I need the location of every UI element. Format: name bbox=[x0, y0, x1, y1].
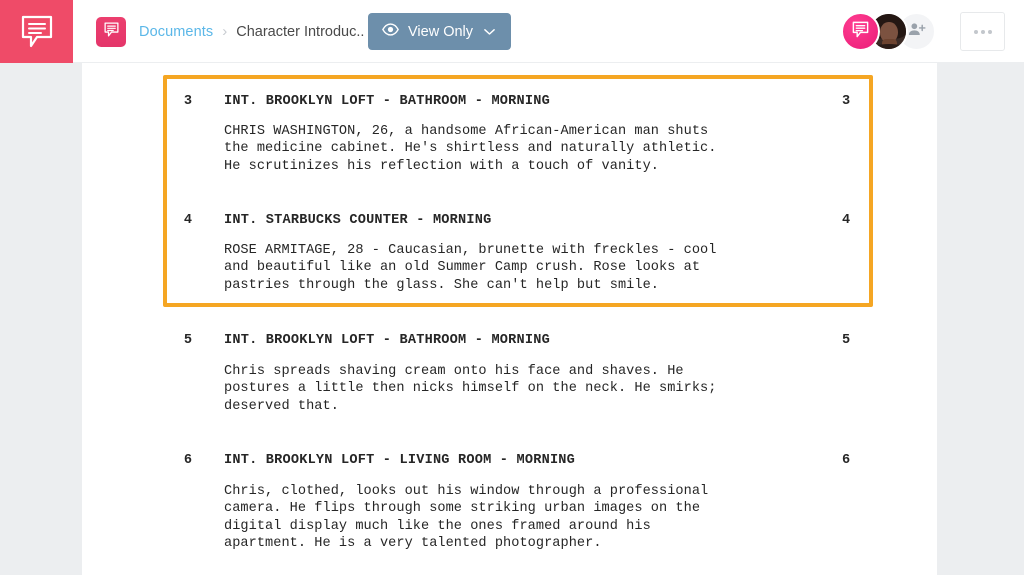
three-dots-icon-dot-3 bbox=[987, 29, 992, 34]
scene-heading: INT. STARBUCKS COUNTER - MORNING bbox=[224, 213, 492, 228]
scene-heading-row: 3 INT. BROOKLYN LOFT - BATHROOM - MORNIN… bbox=[82, 93, 937, 110]
chevron-down-icon bbox=[484, 24, 495, 40]
scene-number-left: 3 bbox=[183, 94, 192, 109]
scene-block-6[interactable]: 6 INT. BROOKLYN LOFT - LIVING ROOM - MOR… bbox=[82, 452, 937, 551]
top-header-bar: Documents › Character Introduc.. View On… bbox=[0, 0, 1024, 63]
view-mode-label: View Only bbox=[408, 23, 474, 40]
add-person-icon bbox=[907, 21, 926, 43]
scene-heading: INT. BROOKLYN LOFT - BATHROOM - MORNING bbox=[224, 333, 550, 348]
more-options-button[interactable] bbox=[960, 12, 1005, 51]
scene-number-right: 4 bbox=[842, 213, 851, 228]
breadcrumb: Documents › Character Introduc.. bbox=[96, 14, 364, 49]
app-root: Documents › Character Introduc.. View On… bbox=[0, 0, 1024, 575]
scene-number-left: 4 bbox=[183, 213, 192, 228]
view-mode-button[interactable]: View Only bbox=[368, 13, 512, 50]
scene-action-text: Chris, clothed, looks out his window thr… bbox=[224, 484, 709, 551]
avatar-photo-shoulder bbox=[871, 44, 906, 49]
scene-number-left: 5 bbox=[183, 333, 192, 348]
scene-number-right: 6 bbox=[842, 453, 851, 468]
script-speech-bubble-icon bbox=[19, 13, 55, 51]
scene-action-text: ROSE ARMITAGE, 28 - Caucasian, brunette … bbox=[224, 243, 717, 293]
breadcrumb-current-document[interactable]: Character Introduc.. bbox=[236, 24, 364, 40]
document-speech-bubble-icon bbox=[103, 21, 120, 43]
eye-icon bbox=[382, 23, 399, 40]
breadcrumb-link-documents[interactable]: Documents bbox=[139, 24, 213, 40]
scene-number-right: 5 bbox=[842, 333, 851, 348]
script-page[interactable]: 3 INT. BROOKLYN LOFT - BATHROOM - MORNIN… bbox=[82, 63, 937, 575]
three-dots-icon-dot-1 bbox=[973, 29, 978, 34]
scene-block-4[interactable]: 4 INT. STARBUCKS COUNTER - MORNING 4 ROS… bbox=[82, 212, 937, 293]
document-workspace: 3 INT. BROOKLYN LOFT - BATHROOM - MORNIN… bbox=[0, 63, 1024, 575]
breadcrumb-document-icon-tile[interactable] bbox=[96, 16, 126, 47]
scene-heading: INT. BROOKLYN LOFT - LIVING ROOM - MORNI… bbox=[224, 453, 576, 468]
scene-block-3[interactable]: 3 INT. BROOKLYN LOFT - BATHROOM - MORNIN… bbox=[82, 93, 937, 174]
scene-number-left: 6 bbox=[183, 453, 192, 468]
three-dots-icon-dot-2 bbox=[980, 29, 985, 34]
scene-action-text: CHRIS WASHINGTON, 26, a handsome African… bbox=[224, 124, 717, 174]
scene-heading-row: 5 INT. BROOKLYN LOFT - BATHROOM - MORNIN… bbox=[82, 332, 937, 349]
breadcrumb-separator-icon: › bbox=[222, 23, 228, 40]
brand-speech-bubble-icon bbox=[851, 20, 870, 44]
app-logo-tile[interactable] bbox=[0, 0, 73, 63]
scene-heading: INT. BROOKLYN LOFT - BATHROOM - MORNING bbox=[224, 94, 550, 109]
collaborator-avatar-group bbox=[841, 12, 936, 51]
scene-action-text: Chris spreads shaving cream onto his fac… bbox=[224, 364, 717, 414]
scene-heading-row: 6 INT. BROOKLYN LOFT - LIVING ROOM - MOR… bbox=[82, 452, 937, 469]
scene-block-5[interactable]: 5 INT. BROOKLYN LOFT - BATHROOM - MORNIN… bbox=[82, 332, 937, 414]
avatar-brand[interactable] bbox=[841, 12, 880, 51]
scene-number-right: 3 bbox=[842, 94, 851, 109]
scene-heading-row: 4 INT. STARBUCKS COUNTER - MORNING 4 bbox=[82, 212, 937, 229]
